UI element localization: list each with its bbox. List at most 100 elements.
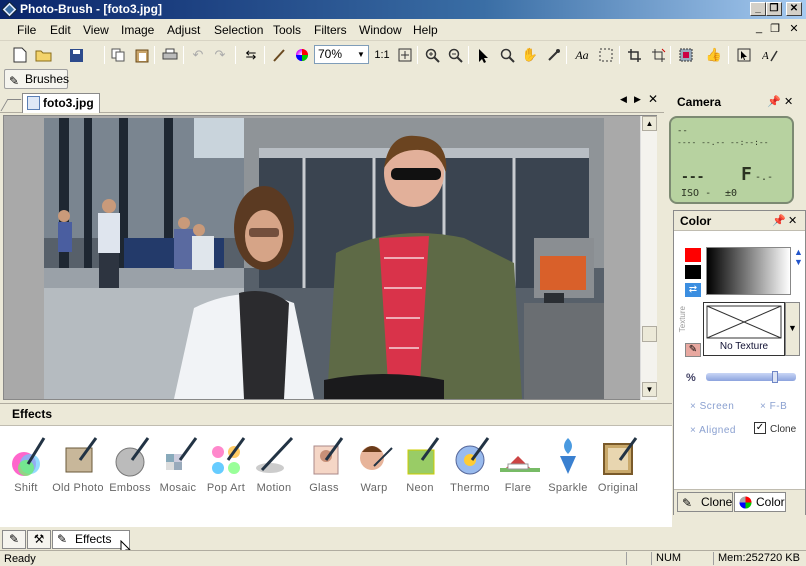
pointer-box-icon[interactable] bbox=[734, 45, 754, 65]
menu-window[interactable]: Window bbox=[359, 23, 402, 37]
pin-icon[interactable]: 📌 bbox=[767, 92, 781, 112]
mdi-close-button[interactable]: ✕ bbox=[787, 22, 801, 35]
zoom-select[interactable]: 70% ▼ bbox=[314, 45, 369, 64]
foreground-swatch[interactable] bbox=[685, 248, 701, 262]
zoom-value: 70% bbox=[318, 47, 343, 61]
vertical-scrollbar[interactable]: ▲ ▼ bbox=[640, 116, 657, 400]
bottom-tab-strip: ✎ ⚒ ✎ Effects bbox=[0, 528, 672, 557]
color-wheel-icon[interactable] bbox=[292, 45, 312, 65]
tab-effects-label: Effects bbox=[75, 532, 112, 546]
flare-effect-icon bbox=[496, 434, 540, 478]
scroll-down-icon[interactable]: ▼ bbox=[642, 382, 657, 397]
crop-icon[interactable] bbox=[624, 45, 644, 65]
tab-foto3[interactable]: foto3.jpg bbox=[22, 93, 100, 113]
tab-next-icon[interactable]: ▶ bbox=[634, 94, 641, 105]
tab-effects[interactable]: ✎ Effects bbox=[52, 530, 130, 549]
select-all-icon[interactable] bbox=[676, 45, 696, 65]
mdi-minimize-button[interactable]: _ bbox=[752, 22, 766, 34]
color-gradient-preview[interactable] bbox=[706, 247, 791, 295]
open-folder-icon[interactable] bbox=[34, 45, 54, 65]
pointer-icon[interactable] bbox=[473, 45, 493, 65]
redo-icon[interactable]: ↷ bbox=[210, 45, 230, 65]
tab-tools[interactable]: ⚒ bbox=[27, 530, 51, 549]
camera-lcd: -- ---- --.-- --:--:-- --- F -.- ISO - ±… bbox=[669, 116, 794, 204]
background-swatch[interactable] bbox=[685, 265, 701, 279]
thumbs-icon[interactable]: 👍 bbox=[704, 45, 724, 65]
status-panel bbox=[626, 552, 651, 565]
camera-panel-title: Camera bbox=[677, 95, 722, 109]
camera-shutter: --- bbox=[681, 170, 705, 185]
tab-color[interactable]: Color bbox=[734, 492, 786, 512]
hand-icon[interactable]: ✋ bbox=[520, 45, 540, 65]
photo-image[interactable] bbox=[44, 118, 604, 399]
menu-tools[interactable]: Tools bbox=[273, 23, 301, 37]
effects-panel: Shift Old Photo Emboss Mosaic Pop Art Mo… bbox=[0, 425, 672, 527]
document-close-icon[interactable]: ✕ bbox=[648, 92, 658, 106]
aligned-option[interactable]: × Aligned bbox=[690, 425, 736, 436]
sparkle-effect-icon bbox=[546, 434, 590, 478]
close-button[interactable]: ✕ bbox=[786, 2, 802, 16]
svg-text:A: A bbox=[762, 50, 769, 62]
texture-pick-icon[interactable]: ✎ bbox=[685, 343, 701, 357]
texture-preview[interactable]: No Texture bbox=[703, 302, 785, 356]
color-tab-strip: ✎ Clone Color bbox=[674, 489, 805, 515]
toolbar-separator bbox=[670, 46, 671, 64]
brushes-label: Brushes bbox=[25, 72, 70, 86]
repeat-icon[interactable]: ⇆ bbox=[241, 45, 261, 65]
effect-original[interactable]: Original bbox=[588, 434, 648, 494]
mdi-restore-button[interactable]: ❐ bbox=[768, 22, 782, 35]
maximize-button[interactable]: ❐ bbox=[766, 2, 782, 16]
tab-prev-icon[interactable]: ◀ bbox=[620, 94, 627, 105]
copy-icon[interactable] bbox=[108, 45, 128, 65]
print-icon[interactable] bbox=[160, 45, 180, 65]
opacity-slider-thumb[interactable] bbox=[772, 371, 778, 383]
undo-icon[interactable]: ↶ bbox=[188, 45, 208, 65]
zoom-in-icon[interactable] bbox=[422, 45, 442, 65]
new-icon[interactable] bbox=[10, 45, 30, 65]
screen-label: Screen bbox=[699, 401, 735, 412]
effect-old-photo[interactable]: Old Photo bbox=[48, 434, 108, 494]
swap-colors-icon[interactable]: ⇄ bbox=[685, 283, 701, 297]
marquee-select-icon[interactable] bbox=[596, 45, 616, 65]
rotate-crop-icon[interactable] bbox=[648, 45, 668, 65]
menu-view[interactable]: View bbox=[83, 23, 109, 37]
scroll-up-icon[interactable]: ▲ bbox=[642, 116, 657, 131]
actual-size-button[interactable]: 1:1 bbox=[372, 45, 392, 65]
color-wheel-icon bbox=[739, 496, 752, 509]
camera-close-icon[interactable]: ✕ bbox=[784, 92, 793, 112]
menu-file[interactable]: File bbox=[17, 23, 36, 37]
magnifier-icon[interactable] bbox=[497, 45, 517, 65]
pin-icon[interactable]: 📌 bbox=[772, 211, 786, 231]
menu-filters[interactable]: Filters bbox=[314, 23, 347, 37]
text-effect-icon[interactable]: A bbox=[760, 45, 780, 65]
eyedropper-icon[interactable] bbox=[544, 45, 564, 65]
tab-brush[interactable]: ✎ bbox=[2, 530, 26, 549]
emboss-effect-icon bbox=[108, 434, 152, 478]
color-close-icon[interactable]: ✕ bbox=[788, 211, 797, 231]
fit-window-icon[interactable] bbox=[395, 45, 415, 65]
minimize-button[interactable]: _ bbox=[750, 2, 766, 16]
gradient-down-icon[interactable]: ▼ bbox=[794, 257, 803, 267]
menu-help[interactable]: Help bbox=[413, 23, 438, 37]
zoom-out-icon[interactable] bbox=[445, 45, 465, 65]
clone-checkbox[interactable]: ✓ bbox=[754, 422, 766, 434]
menu-image[interactable]: Image bbox=[121, 23, 154, 37]
brush-tool-icon[interactable] bbox=[269, 45, 289, 65]
scroll-thumb[interactable] bbox=[642, 326, 657, 342]
opacity-slider[interactable] bbox=[706, 373, 796, 381]
menu-edit[interactable]: Edit bbox=[50, 23, 71, 37]
screen-option[interactable]: × Screen bbox=[690, 401, 734, 412]
brushes-button[interactable]: ✎ Brushes bbox=[4, 69, 70, 89]
paste-icon[interactable] bbox=[132, 45, 152, 65]
save-icon[interactable] bbox=[66, 45, 86, 65]
camera-line1: -- bbox=[677, 126, 688, 136]
menu-adjust[interactable]: Adjust bbox=[167, 23, 200, 37]
text-tool-button[interactable]: Aa bbox=[572, 45, 592, 65]
texture-dropdown-icon[interactable]: ▼ bbox=[785, 302, 800, 356]
gradient-up-icon[interactable]: ▲ bbox=[794, 247, 803, 257]
neon-effect-icon bbox=[398, 434, 442, 478]
menu-selection[interactable]: Selection bbox=[214, 23, 263, 37]
fb-option[interactable]: × F-B bbox=[760, 401, 787, 412]
document-tab-strip: foto3.jpg ◀ ▶ ✕ bbox=[0, 91, 664, 113]
tab-clone[interactable]: ✎ Clone bbox=[677, 492, 733, 512]
